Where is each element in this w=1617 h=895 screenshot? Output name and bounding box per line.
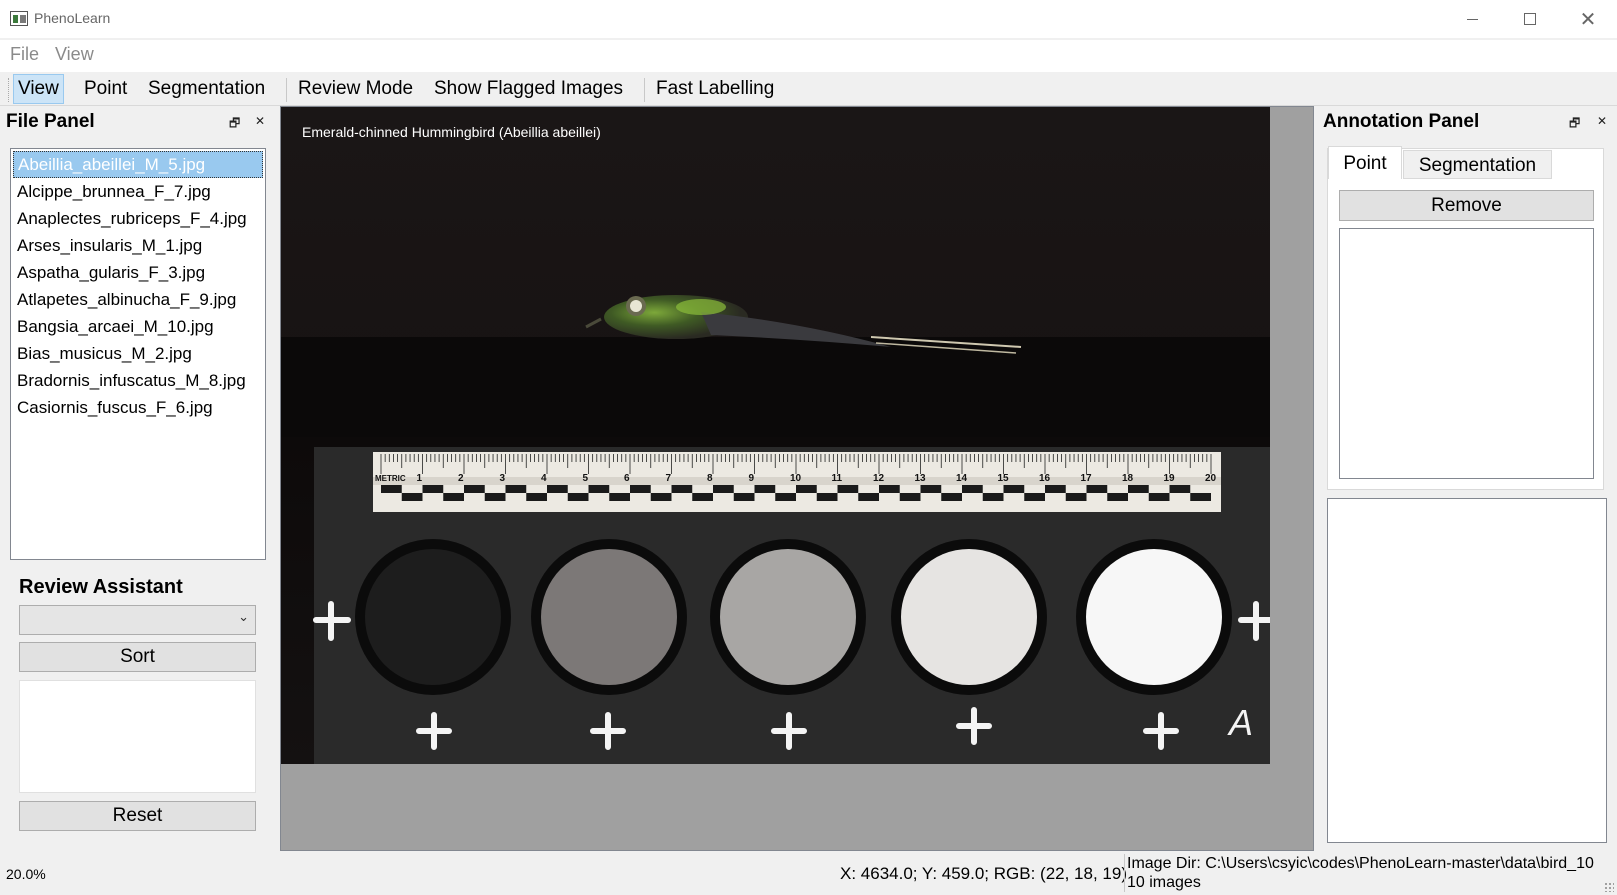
- float-icon[interactable]: 🗗: [1569, 114, 1580, 135]
- ruler-number: 4: [541, 473, 547, 484]
- file-list-item[interactable]: Arses_insularis_M_1.jpg: [13, 232, 263, 259]
- file-list-item[interactable]: Abeillia_abeillei_M_5.jpg: [13, 151, 263, 178]
- annotation-list[interactable]: [1339, 228, 1594, 479]
- ruler-number: 10: [790, 473, 802, 484]
- file-list-item[interactable]: Aspatha_gularis_F_3.jpg: [13, 259, 263, 286]
- review-assistant-combo[interactable]: ⌄: [19, 605, 256, 635]
- close-icon: ✕: [1579, 7, 1597, 31]
- zoom-level: 20.0%: [6, 866, 46, 882]
- toolbar-fast-labelling-button[interactable]: Fast Labelling: [652, 74, 778, 104]
- window-title: PhenoLearn: [34, 10, 111, 26]
- ruler-number: 5: [583, 473, 589, 484]
- ruler-number: 18: [1122, 473, 1134, 484]
- toolbar-separator: [286, 78, 287, 102]
- ruler-number: 1: [417, 473, 423, 484]
- ruler: METRIC 1 2 3 4 5 6 7 8 9 10 11 12 13 14 15 16 17 18 19 20: [373, 452, 1221, 512]
- ruler-number: 13: [915, 473, 927, 484]
- specimen-image[interactable]: METRIC 1 2 3 4 5 6 7 8 9 10 11 12 13 14 15 16 17 18 19 20: [281, 107, 1270, 764]
- toolbar-review-mode-button[interactable]: Review Mode: [294, 74, 417, 104]
- corner-letter: A: [1227, 702, 1253, 743]
- toolbar-segmentation-button[interactable]: Segmentation: [144, 74, 269, 104]
- toolbar-view-button[interactable]: View: [13, 74, 64, 104]
- ruler-number: 7: [666, 473, 672, 484]
- status-bar: 20.0% X: 4634.0; Y: 459.0; RGB: (22, 18,…: [0, 852, 1617, 895]
- file-list-item[interactable]: Atlapetes_albinucha_F_9.jpg: [13, 286, 263, 313]
- file-list[interactable]: Abeillia_abeillei_M_5.jpg Alcippe_brunne…: [10, 148, 266, 560]
- toolbar-show-flagged-button[interactable]: Show Flagged Images: [430, 74, 627, 104]
- sort-button[interactable]: Sort: [19, 642, 256, 672]
- close-button[interactable]: ✕: [1559, 0, 1617, 38]
- file-list-item[interactable]: Bias_musicus_M_2.jpg: [13, 340, 263, 367]
- annotation-detail-area[interactable]: [1327, 498, 1607, 843]
- cursor-coordinates: X: 4634.0; Y: 459.0; RGB: (22, 18, 19): [840, 864, 1127, 883]
- minimize-icon: [1466, 18, 1478, 20]
- ruler-label: METRIC: [375, 474, 406, 483]
- image-caption: Emerald-chinned Hummingbird (Abeillia ab…: [302, 124, 601, 140]
- image-count: 10 images: [1127, 874, 1201, 891]
- ruler-number: 6: [624, 473, 630, 484]
- menu-file[interactable]: File: [10, 44, 39, 65]
- toolbar-point-button[interactable]: Point: [80, 74, 131, 104]
- annotation-panel-title: Annotation Panel: [1323, 111, 1480, 132]
- image-dir-path: Image Dir: C:\Users\csyic\codes\PhenoLea…: [1127, 855, 1594, 872]
- ruler-number: 19: [1164, 473, 1176, 484]
- tab-point[interactable]: Point: [1328, 146, 1402, 179]
- toolbar-grip[interactable]: [8, 78, 10, 102]
- reset-button[interactable]: Reset: [19, 801, 256, 831]
- image-dir-info: Image Dir: C:\Users\csyic\codes\PhenoLea…: [1127, 854, 1594, 892]
- minimize-button[interactable]: [1443, 0, 1501, 38]
- menu-view[interactable]: View: [55, 44, 94, 65]
- app-window: PhenoLearn ✕ File View View Point Segmen…: [0, 0, 1617, 895]
- app-icon: [10, 11, 28, 26]
- toolbar-separator: [644, 78, 645, 102]
- title-bar: PhenoLearn ✕: [0, 0, 1617, 38]
- image-viewer[interactable]: METRIC 1 2 3 4 5 6 7 8 9 10 11 12 13 14 15 16 17 18 19 20: [280, 106, 1314, 851]
- file-list-item[interactable]: Casiornis_fuscus_F_6.jpg: [13, 394, 263, 421]
- resize-grip[interactable]: [1604, 882, 1614, 892]
- maximize-button[interactable]: [1501, 0, 1559, 38]
- file-list-item[interactable]: Anaplectes_rubriceps_F_4.jpg: [13, 205, 263, 232]
- ruler-number: 15: [998, 473, 1010, 484]
- ruler-number: 12: [873, 473, 885, 484]
- ruler-number: 11: [832, 473, 843, 484]
- close-icon[interactable]: ✕: [255, 114, 265, 128]
- toolbar: View Point Segmentation Review Mode Show…: [0, 72, 1617, 106]
- review-assistant-output[interactable]: [19, 680, 256, 793]
- ruler-number: 17: [1081, 473, 1093, 484]
- file-list-item[interactable]: Bradornis_infuscatus_M_8.jpg: [13, 367, 263, 394]
- ruler-number: 9: [749, 473, 755, 484]
- chevron-down-icon: ⌄: [238, 610, 249, 625]
- close-icon[interactable]: ✕: [1597, 114, 1607, 128]
- tab-segmentation[interactable]: Segmentation: [1403, 150, 1552, 179]
- ruler-number: 20: [1205, 473, 1217, 484]
- grey-swatches: [355, 539, 1232, 695]
- ruler-number: 2: [458, 473, 464, 484]
- menu-bar: File View: [0, 40, 1617, 72]
- file-list-item[interactable]: Bangsia_arcaei_M_10.jpg: [13, 313, 263, 340]
- status-separator: [1124, 854, 1125, 892]
- ruler-number: 3: [500, 473, 506, 484]
- maximize-icon: [1524, 13, 1536, 25]
- ruler-number: 8: [707, 473, 713, 484]
- review-assistant-title: Review Assistant: [19, 576, 183, 598]
- ruler-number: 14: [956, 473, 968, 484]
- remove-button[interactable]: Remove: [1339, 190, 1594, 221]
- specimen-photo: METRIC 1 2 3 4 5 6 7 8 9 10 11 12 13 14 15 16 17 18 19 20: [281, 107, 1270, 764]
- ruler-number: 16: [1039, 473, 1051, 484]
- file-list-item[interactable]: Alcippe_brunnea_F_7.jpg: [13, 178, 263, 205]
- float-icon[interactable]: 🗗: [229, 114, 240, 135]
- file-panel-title: File Panel: [6, 111, 95, 132]
